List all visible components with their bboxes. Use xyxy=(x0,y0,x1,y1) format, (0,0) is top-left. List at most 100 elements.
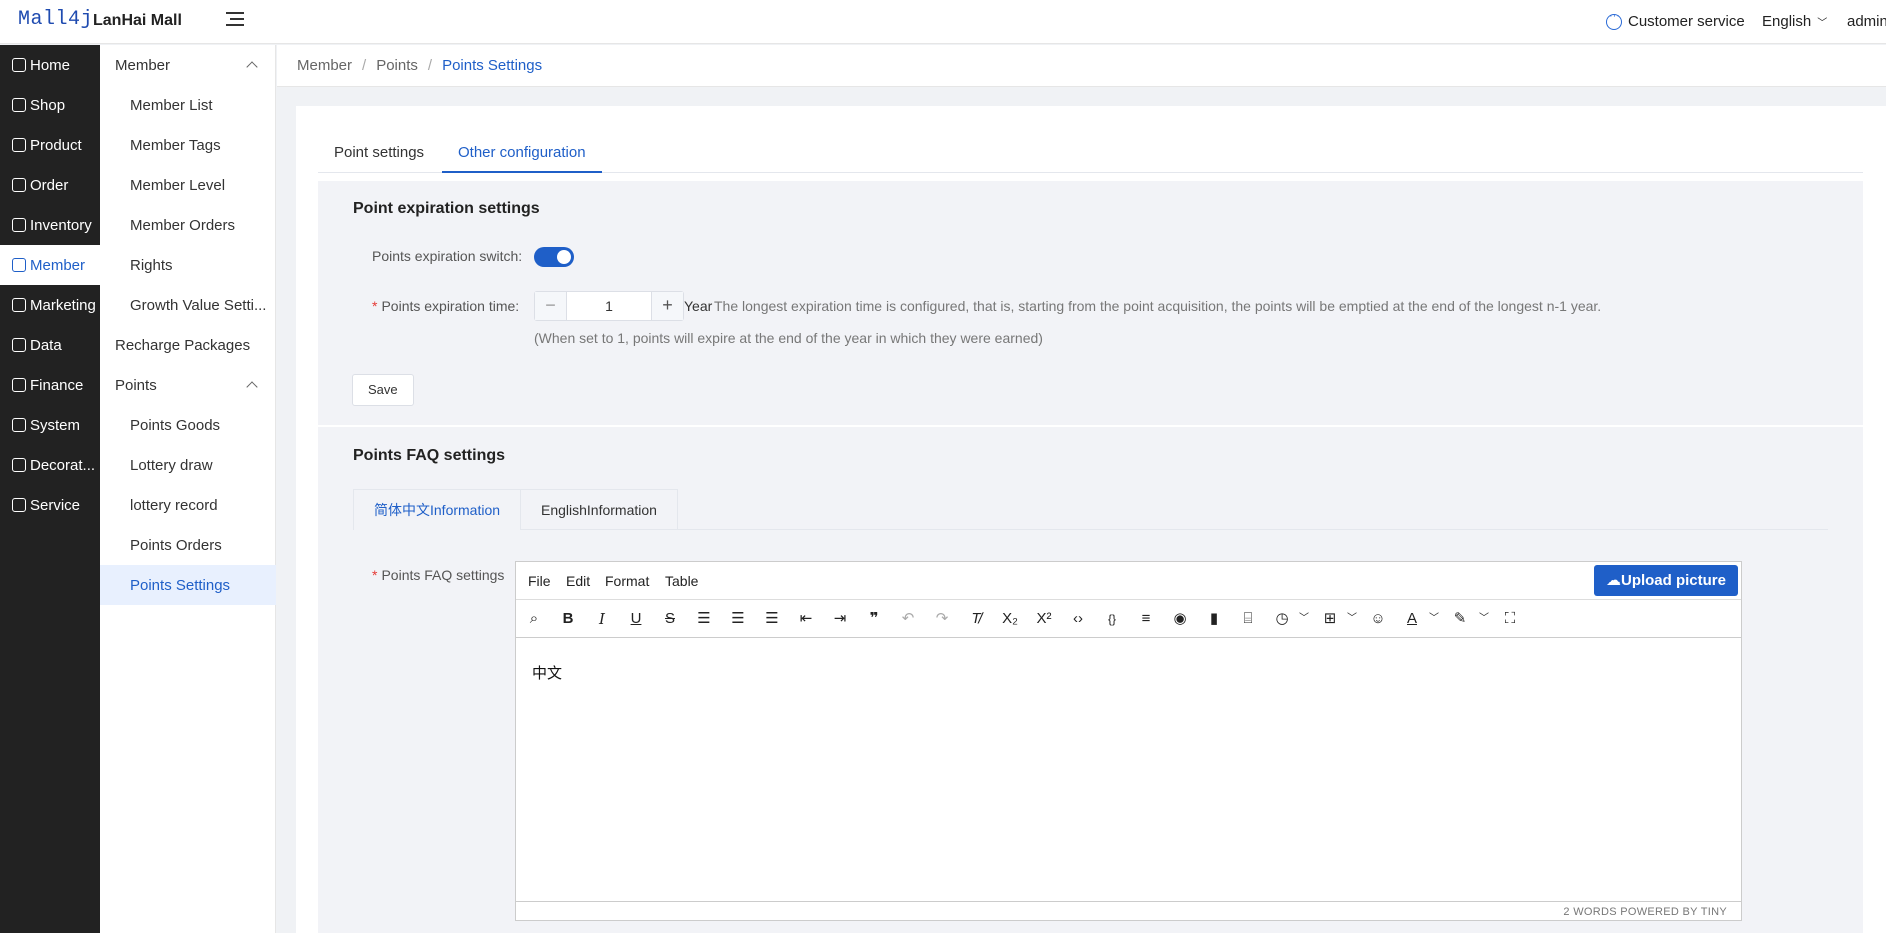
clock-icon[interactable]: ◷ xyxy=(1272,609,1292,629)
chevron-down-icon: ﹀ xyxy=(1817,18,1828,29)
underline-icon[interactable]: U xyxy=(626,609,646,629)
code-block-icon[interactable]: {} xyxy=(1102,609,1122,629)
chevron-down-icon[interactable]: ﹀ xyxy=(1474,609,1494,629)
chevron-up-icon xyxy=(246,61,258,73)
bold-icon[interactable]: B xyxy=(558,609,578,629)
subnav-member-tags[interactable]: Member Tags xyxy=(100,125,276,165)
align-right-icon[interactable]: ☰ xyxy=(762,609,782,629)
main-sidebar: Home Shop Product Order Inventory Member… xyxy=(0,45,100,933)
align-left-icon[interactable]: ☰ xyxy=(694,609,714,629)
nav-product[interactable]: Product xyxy=(0,125,100,165)
breadcrumb-points[interactable]: Points xyxy=(376,57,418,74)
nav-home[interactable]: Home xyxy=(0,45,100,85)
increase-button[interactable]: + xyxy=(651,292,683,320)
tab-chinese-info[interactable]: 简体中文Information xyxy=(353,489,522,530)
italic-icon[interactable]: I xyxy=(592,609,612,629)
tab-english-info[interactable]: EnglishInformation xyxy=(520,489,678,530)
align-center-icon[interactable]: ☰ xyxy=(728,609,748,629)
nav-service[interactable]: Service xyxy=(0,485,100,525)
numbered-list-icon[interactable]: ≡ xyxy=(1136,609,1156,629)
nav-order[interactable]: Order xyxy=(0,165,100,205)
subnav-group-member[interactable]: Member xyxy=(100,45,276,85)
subnav-recharge-packages[interactable]: Recharge Packages xyxy=(100,325,276,365)
save-button[interactable]: Save xyxy=(352,374,414,406)
page-break-icon[interactable]: ⌸ xyxy=(1238,609,1258,629)
shop-icon xyxy=(12,98,26,112)
chat-icon xyxy=(1606,10,1622,30)
highlight-icon[interactable]: ✎ xyxy=(1450,609,1470,629)
member-icon xyxy=(12,258,26,272)
subnav-points-settings[interactable]: Points Settings xyxy=(100,565,276,605)
menu-format[interactable]: Format xyxy=(605,573,649,589)
search-icon[interactable]: ⌕ xyxy=(524,609,544,629)
subnav-lottery-record[interactable]: lottery record xyxy=(100,485,276,525)
chevron-down-icon[interactable]: ﹀ xyxy=(1342,609,1362,629)
faq-section-title: Points FAQ settings xyxy=(353,447,506,464)
expiration-hint: (When set to 1, points will expire at th… xyxy=(534,330,1043,346)
fullscreen-icon[interactable]: ⛶ xyxy=(1500,609,1520,629)
outdent-icon[interactable]: ⇤ xyxy=(796,609,816,629)
top-header: Mall4j LanHai Mall Customer service Engl… xyxy=(0,0,1886,44)
tab-point-settings[interactable]: Point settings xyxy=(318,134,440,173)
customer-service-link[interactable]: Customer service xyxy=(1606,10,1745,30)
editor-content[interactable]: 中文 xyxy=(532,662,562,683)
subnav-lottery-draw[interactable]: Lottery draw xyxy=(100,445,276,485)
faq-field-label: * Points FAQ settings xyxy=(372,567,505,583)
expiration-time-stepper[interactable]: − 1 + xyxy=(534,291,684,321)
chevron-down-icon[interactable]: ﹀ xyxy=(1294,609,1314,629)
expiration-switch[interactable] xyxy=(534,247,574,267)
decorate-icon xyxy=(12,458,26,472)
finance-icon xyxy=(12,378,26,392)
subnav-member-level[interactable]: Member Level xyxy=(100,165,276,205)
subnav-rights[interactable]: Rights xyxy=(100,245,276,285)
text-color-icon[interactable]: A xyxy=(1402,609,1422,629)
menu-file[interactable]: File xyxy=(528,573,551,589)
clear-format-icon[interactable]: T̸ xyxy=(966,609,986,629)
subnav-group-points[interactable]: Points xyxy=(100,365,276,405)
nav-member[interactable]: Member xyxy=(0,245,100,285)
redo-icon[interactable]: ↷ xyxy=(932,609,952,629)
undo-icon[interactable]: ↶ xyxy=(898,609,918,629)
expiration-time-label: * Points expiration time: xyxy=(372,298,520,314)
editor-menubar: File Edit Format Table ☁Upload picture xyxy=(516,562,1741,600)
emoji-icon[interactable]: ☺ xyxy=(1368,609,1388,629)
logo[interactable]: Mall4j xyxy=(18,8,93,31)
user-menu[interactable]: admin xyxy=(1847,13,1886,30)
tab-other-configuration[interactable]: Other configuration xyxy=(442,134,602,173)
subnav-growth-value[interactable]: Growth Value Setti... xyxy=(100,285,276,325)
brand-name: LanHai Mall xyxy=(93,12,182,29)
subscript-icon[interactable]: X₂ xyxy=(1000,609,1020,629)
menu-edit[interactable]: Edit xyxy=(566,573,590,589)
marketing-icon xyxy=(12,298,26,312)
nav-data[interactable]: Data xyxy=(0,325,100,365)
expiration-panel: Point expiration settings Points expirat… xyxy=(318,181,1863,425)
language-select[interactable]: English ﹀ xyxy=(1762,13,1827,30)
table-icon[interactable]: ⊞ xyxy=(1320,609,1340,629)
subnav-points-goods[interactable]: Points Goods xyxy=(100,405,276,445)
breadcrumb-member[interactable]: Member xyxy=(297,57,352,74)
decrease-button[interactable]: − xyxy=(535,292,567,320)
subnav-member-list[interactable]: Member List xyxy=(100,85,276,125)
nav-inventory[interactable]: Inventory xyxy=(0,205,100,245)
strikethrough-icon[interactable]: S xyxy=(660,609,680,629)
expiration-time-input[interactable]: 1 xyxy=(567,292,651,320)
subnav-points-orders[interactable]: Points Orders xyxy=(100,525,276,565)
nav-shop[interactable]: Shop xyxy=(0,85,100,125)
indent-icon[interactable]: ⇥ xyxy=(830,609,850,629)
nav-marketing[interactable]: Marketing xyxy=(0,285,100,325)
menu-table[interactable]: Table xyxy=(665,573,698,589)
chevron-down-icon[interactable]: ﹀ xyxy=(1424,609,1444,629)
preview-icon[interactable]: ◉ xyxy=(1170,609,1190,629)
nav-system[interactable]: System xyxy=(0,405,100,445)
editor-statusbar: 2 WORDS POWERED BY TINY xyxy=(1563,906,1727,918)
bookmark-icon[interactable]: ▮ xyxy=(1204,609,1224,629)
sub-sidebar: Member Member List Member Tags Member Le… xyxy=(100,45,276,933)
upload-picture-button[interactable]: ☁Upload picture xyxy=(1593,565,1738,596)
superscript-icon[interactable]: X² xyxy=(1034,609,1054,629)
code-icon[interactable]: ‹› xyxy=(1068,609,1088,629)
nav-decorate[interactable]: Decorat... xyxy=(0,445,100,485)
menu-collapse-icon[interactable] xyxy=(226,10,246,28)
subnav-member-orders[interactable]: Member Orders xyxy=(100,205,276,245)
blockquote-icon[interactable]: ❞ xyxy=(864,609,884,629)
nav-finance[interactable]: Finance xyxy=(0,365,100,405)
